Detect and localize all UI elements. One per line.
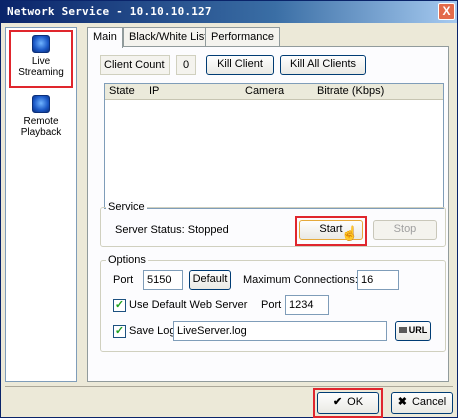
server-status-text: Server Status: Stopped <box>115 224 229 236</box>
default-button[interactable]: Default <box>189 270 231 290</box>
sidebar-item-label: Remote Playback <box>20 116 62 138</box>
max-connections-label: Maximum Connections: <box>243 274 358 286</box>
cancel-icon: ✖ <box>397 396 407 408</box>
client-count-value: 0 <box>176 55 196 75</box>
folder-icon <box>398 327 407 333</box>
tab-performance[interactable]: Performance <box>205 27 280 47</box>
hand-cursor-icon: ☝ <box>341 225 359 241</box>
port-field[interactable]: 5150 <box>143 270 183 290</box>
close-icon: X <box>442 4 451 18</box>
close-button[interactable]: X <box>438 3 455 20</box>
column-header-state[interactable]: State <box>109 85 135 97</box>
ok-highlight <box>313 388 383 418</box>
stop-button[interactable]: Stop <box>373 220 437 240</box>
client-list-header: State IP Camera Bitrate (Kbps) <box>105 84 443 100</box>
port-label: Port <box>113 274 134 286</box>
save-log-label: Save Log <box>129 325 176 337</box>
main-tab-panel: Client Count 0 Kill Client Kill All Clie… <box>87 46 449 382</box>
tab-main[interactable]: Main <box>87 27 123 48</box>
options-group: Options Port 5150 Default Maximum Connec… <box>100 254 446 352</box>
sidebar-item-label: Live Streaming <box>18 56 64 78</box>
kill-client-button[interactable]: Kill Client <box>206 55 274 75</box>
window-title: Network Service - 10.10.10.127 <box>7 5 212 18</box>
camera-icon <box>32 35 50 53</box>
web-port-label: Port <box>261 299 282 311</box>
max-connections-field[interactable]: 16 <box>357 270 399 290</box>
footer-separator <box>5 386 453 387</box>
options-legend: Options <box>106 254 148 266</box>
cancel-button[interactable]: ✖ Cancel <box>391 392 453 414</box>
sidebar-item-remote-playback[interactable]: Remote Playback <box>9 92 73 148</box>
kill-all-clients-button[interactable]: Kill All Clients <box>280 55 366 75</box>
client-list[interactable]: State IP Camera Bitrate (Kbps) <box>104 83 444 209</box>
use-default-web-server-label: Use Default Web Server <box>129 299 248 311</box>
column-header-bitrate[interactable]: Bitrate (Kbps) <box>317 85 384 97</box>
column-header-camera[interactable]: Camera <box>245 85 284 97</box>
web-port-field[interactable]: 1234 <box>285 295 329 315</box>
log-file-field[interactable]: LiveServer.log <box>173 321 387 341</box>
playback-icon <box>32 95 50 113</box>
use-default-web-server-checkbox[interactable]: ✓ <box>113 299 126 312</box>
browse-log-button[interactable]: URL <box>395 321 431 341</box>
save-log-checkbox[interactable]: ✓ <box>113 325 126 338</box>
service-group: Service Server Status: Stopped Start Sto… <box>100 201 446 247</box>
column-header-ip[interactable]: IP <box>149 85 159 97</box>
cancel-button-label: Cancel <box>411 396 447 408</box>
service-legend: Service <box>106 201 147 213</box>
sidebar: Live Streaming Remote Playback <box>5 27 77 382</box>
sidebar-item-live-streaming[interactable]: Live Streaming <box>9 30 73 88</box>
tab-black-white-list[interactable]: Black/White List <box>123 27 214 47</box>
client-count-label: Client Count <box>100 55 170 75</box>
title-bar[interactable]: Network Service - 10.10.10.127 X <box>1 1 457 23</box>
network-service-window: Network Service - 10.10.10.127 X Live St… <box>0 0 458 418</box>
browse-log-label: URL <box>408 325 428 335</box>
